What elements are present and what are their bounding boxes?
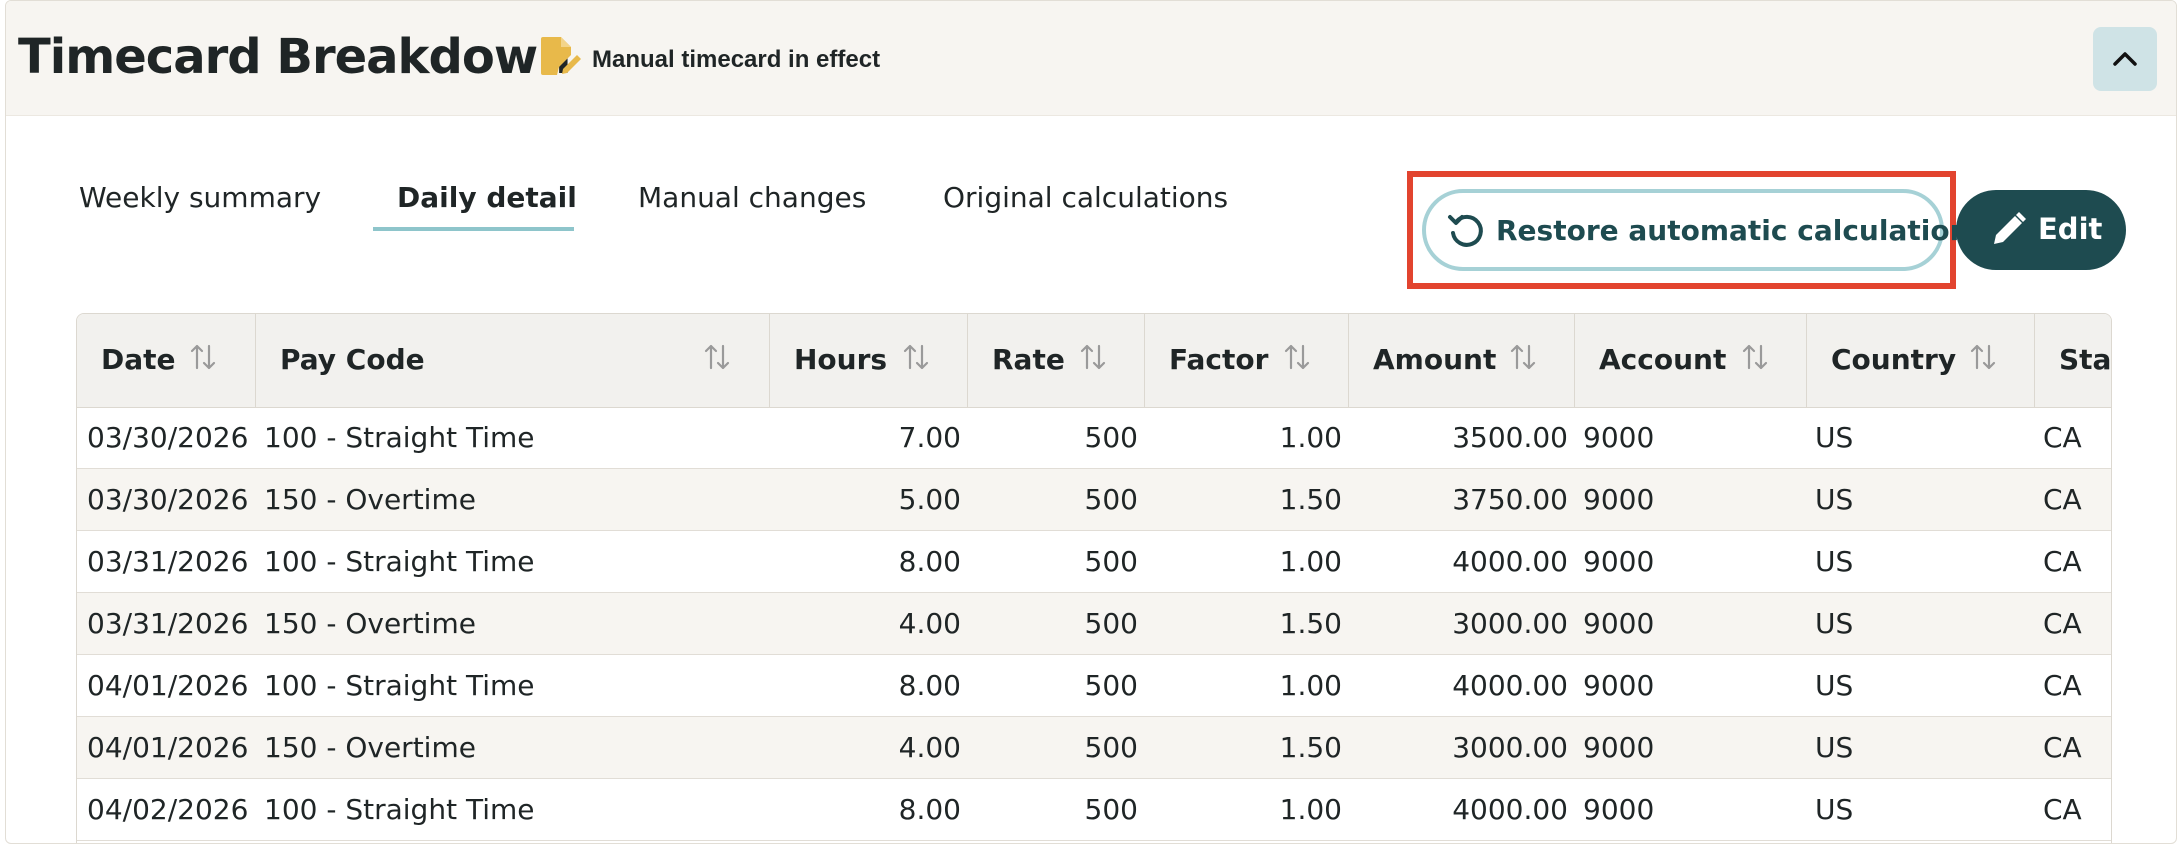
tab-daily-detail[interactable]: Daily detail: [397, 179, 577, 217]
sort-icon: [1510, 344, 1536, 370]
rotate-left-icon: [1448, 214, 1483, 247]
collapse-button[interactable]: [2093, 27, 2157, 91]
active-tab-indicator: [373, 227, 574, 231]
table-row[interactable]: 04/01/2026 150 - Overtime 4.00 500 1.50 …: [77, 717, 2111, 779]
column-header-amount[interactable]: Amount: [1349, 314, 1575, 407]
sort-icon: [1284, 344, 1310, 370]
daily-detail-table: Date Pay Code Hours Rate Factor Amount A…: [76, 313, 2112, 843]
sort-icon: [1970, 344, 1996, 370]
column-header-date[interactable]: Date: [77, 314, 256, 407]
column-header-country[interactable]: Country: [1807, 314, 2035, 407]
column-header-account[interactable]: Account: [1575, 314, 1807, 407]
table-row[interactable]: 03/31/2026 100 - Straight Time 8.00 500 …: [77, 531, 2111, 593]
table-header: Date Pay Code Hours Rate Factor Amount A…: [77, 314, 2111, 408]
column-header-state[interactable]: Stat: [2035, 314, 2111, 407]
chevron-up-icon: [2113, 52, 2137, 66]
column-header-rate[interactable]: Rate: [968, 314, 1145, 407]
sort-icon: [190, 344, 216, 370]
panel-header: Timecard Breakdown Manual timecard in ef…: [6, 1, 2176, 116]
manual-timecard-status: Manual timecard in effect: [592, 46, 881, 73]
table-row[interactable]: 04/01/2026 100 - Straight Time 8.00 500 …: [77, 655, 2111, 717]
timecard-breakdown-panel: Timecard Breakdown Manual timecard in ef…: [5, 0, 2177, 844]
edit-button[interactable]: Edit: [1956, 190, 2126, 270]
tab-weekly-summary[interactable]: Weekly summary: [79, 179, 321, 217]
table-row[interactable]: 03/31/2026 150 - Overtime 4.00 500 1.50 …: [77, 593, 2111, 655]
sort-icon: [903, 344, 929, 370]
pencil-icon: [1994, 212, 2026, 244]
table-row[interactable]: 03/30/2026 150 - Overtime 5.00 500 1.50 …: [77, 469, 2111, 531]
sort-icon: [1742, 344, 1768, 370]
edit-button-label: Edit: [2038, 212, 2103, 246]
column-header-hours[interactable]: Hours: [770, 314, 968, 407]
sort-icon: [1080, 344, 1106, 370]
table-row[interactable]: 03/30/2026 100 - Straight Time 7.00 500 …: [77, 407, 2111, 469]
restore-button-label: Restore automatic calculations: [1496, 214, 1987, 247]
page-title: Timecard Breakdown: [18, 29, 571, 85]
restore-automatic-calculations-button[interactable]: Restore automatic calculations: [1422, 189, 1986, 271]
column-header-pay-code[interactable]: Pay Code: [256, 314, 770, 407]
file-pen-icon: [539, 35, 581, 77]
table-row[interactable]: 04/02/2026 100 - Straight Time 8.00 500 …: [77, 779, 2111, 841]
tab-original-calculations[interactable]: Original calculations: [943, 179, 1228, 217]
tab-manual-changes[interactable]: Manual changes: [638, 179, 866, 217]
sort-icon: [704, 344, 730, 370]
column-header-factor[interactable]: Factor: [1145, 314, 1349, 407]
